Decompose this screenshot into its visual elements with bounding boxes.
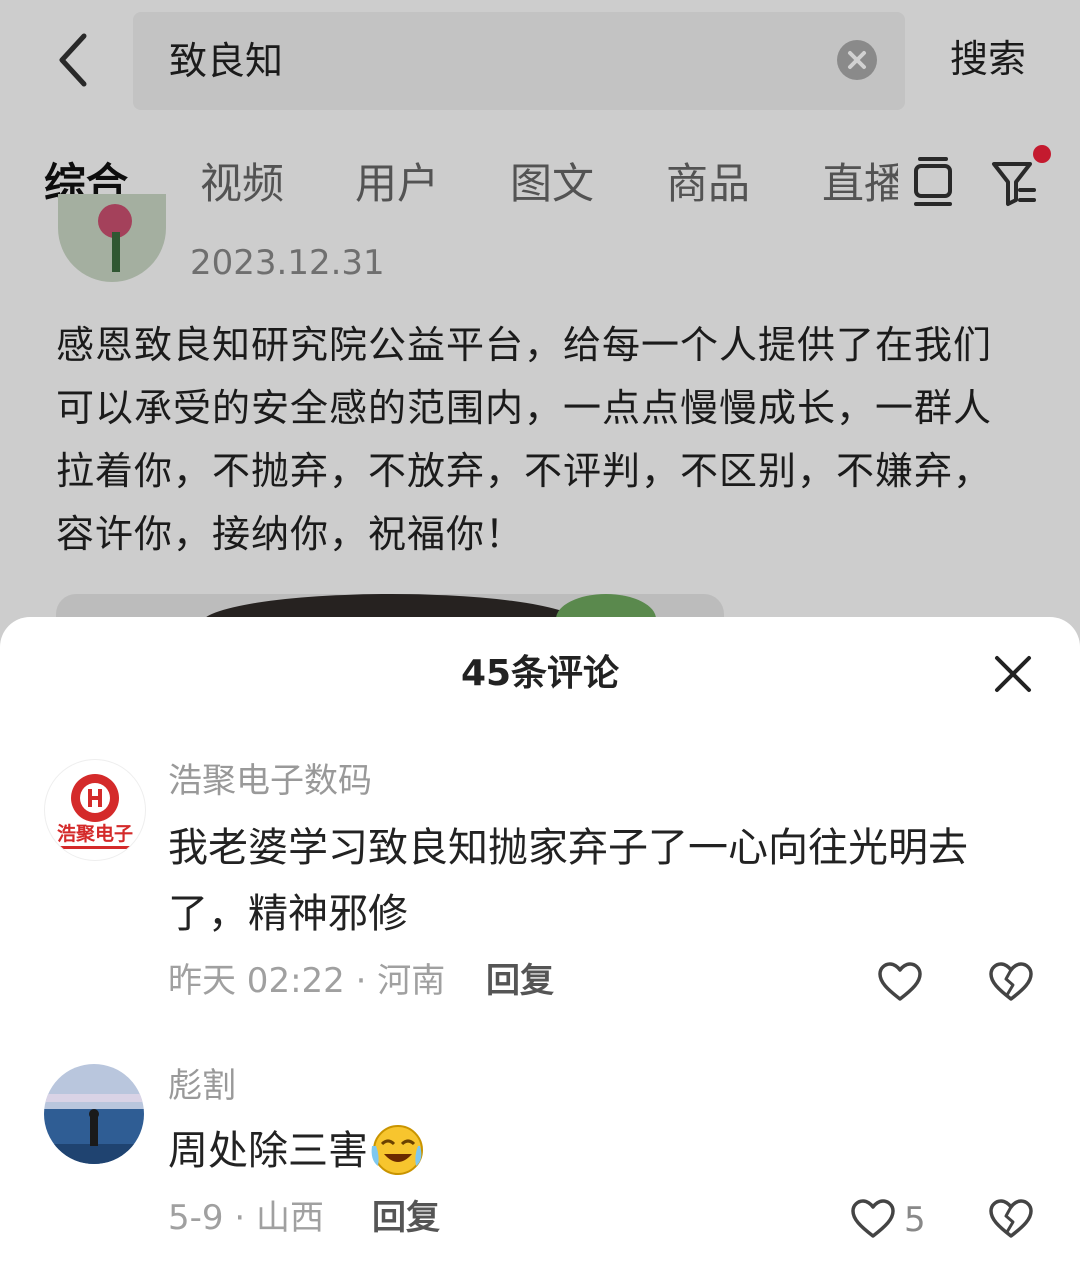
broken-heart-icon[interactable] xyxy=(988,1198,1034,1240)
comment-meta: 5-9 · 山西 xyxy=(168,1198,324,1238)
comments-title: 45条评论 xyxy=(460,653,620,694)
broken-heart-icon[interactable] xyxy=(988,961,1034,1003)
comments-sheet: 45条评论 浩聚电子 浩聚电子数码 我老婆学习致良知抛家弃子了一心向往光明去了，… xyxy=(0,617,1080,1287)
brand-logo-icon: 浩聚电子 xyxy=(53,774,137,849)
reply-button[interactable]: 回复 xyxy=(486,959,554,1003)
heart-icon[interactable] xyxy=(877,961,923,1003)
comment-text: 周处除三害 xyxy=(168,1118,1028,1184)
comment-meta: 昨天 02:22 · 河南 xyxy=(168,961,446,1001)
commenter-avatar[interactable] xyxy=(44,1064,144,1164)
reply-button[interactable]: 回复 xyxy=(372,1196,440,1240)
like-count: 5 xyxy=(904,1200,926,1240)
comment-text: 我老婆学习致良知抛家弃子了一心向往光明去了，精神邪修 xyxy=(168,825,968,937)
commenter-avatar[interactable]: 浩聚电子 xyxy=(44,759,146,861)
heart-icon[interactable] xyxy=(850,1198,896,1240)
commenter-name[interactable]: 浩聚电子数码 xyxy=(168,759,372,803)
commenter-name[interactable]: 彪割 xyxy=(168,1064,236,1108)
close-icon[interactable] xyxy=(992,653,1034,695)
logo-text: 浩聚电子 xyxy=(57,822,133,845)
crying-laughing-emoji-icon xyxy=(371,1125,423,1175)
comment-text-content: 周处除三害 xyxy=(168,1128,368,1174)
